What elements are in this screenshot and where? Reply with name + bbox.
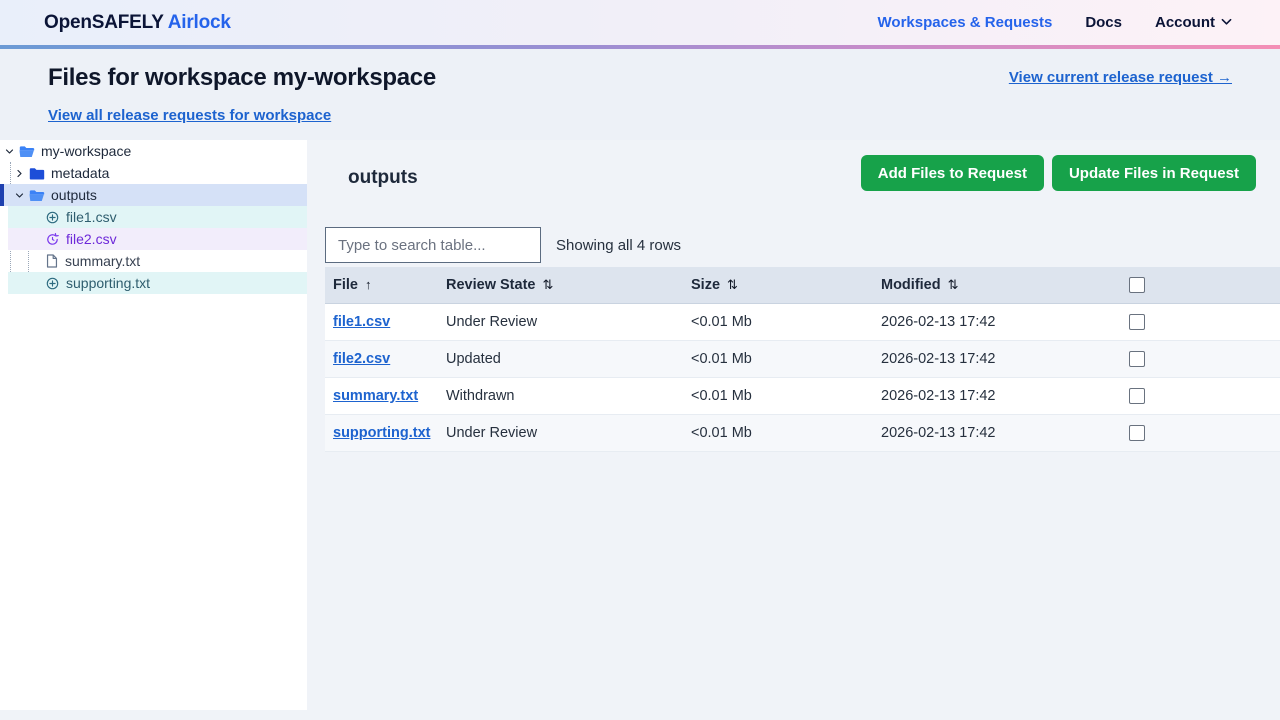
tree-item-file2-csv[interactable]: file2.csv <box>8 228 307 250</box>
page-header: Files for workspace my-workspace View cu… <box>0 49 1280 140</box>
request-actions: Add Files to Request Update Files in Req… <box>861 155 1256 191</box>
table-row: supporting.txt Under Review <0.01 Mb 202… <box>325 415 1280 452</box>
size-cell: <0.01 Mb <box>691 425 881 441</box>
sort-asc-icon[interactable]: ↑ <box>365 277 372 292</box>
main-panel: outputs Add Files to Request Update File… <box>307 140 1280 720</box>
nav-workspaces-requests[interactable]: Workspaces & Requests <box>878 14 1053 31</box>
files-table: File ↑ Review State ⇅ Size ⇅ Modified ⇅ file… <box>325 267 1280 452</box>
tree-item-my-workspace[interactable]: my-workspace <box>0 140 307 162</box>
content-layout: my-workspace metadata outputs file1.csv … <box>0 140 1280 720</box>
review-state-cell: Under Review <box>446 314 691 330</box>
document-icon <box>46 254 58 268</box>
search-input[interactable] <box>325 227 541 263</box>
tree-item-summary-txt[interactable]: summary.txt <box>8 250 307 272</box>
tree-item-file1-csv[interactable]: file1.csv <box>8 206 307 228</box>
table-header-row: File ↑ Review State ⇅ Size ⇅ Modified ⇅ <box>325 267 1280 304</box>
circle-plus-icon <box>46 211 59 224</box>
row-checkbox[interactable] <box>1129 314 1145 330</box>
circle-plus-icon <box>46 277 59 290</box>
file-link[interactable]: supporting.txt <box>333 425 430 441</box>
tree-item-label: outputs <box>51 187 97 203</box>
tree-item-outputs-selected[interactable]: outputs <box>0 184 307 206</box>
closed-folder-icon <box>29 167 45 180</box>
tree-item-label: summary.txt <box>65 253 140 269</box>
sort-both-icon[interactable]: ⇅ <box>542 277 553 292</box>
size-cell: <0.01 Mb <box>691 314 881 330</box>
size-cell: <0.01 Mb <box>691 351 881 367</box>
tree-item-metadata[interactable]: metadata <box>0 162 307 184</box>
row-checkbox[interactable] <box>1129 425 1145 441</box>
column-header-select <box>1121 277 1280 293</box>
file-link[interactable]: file1.csv <box>333 314 390 330</box>
tree-item-label: file1.csv <box>66 209 117 225</box>
tree-item-label: supporting.txt <box>66 275 150 291</box>
tree-item-supporting-txt[interactable]: supporting.txt <box>8 272 307 294</box>
chevron-down-icon[interactable] <box>4 147 14 156</box>
update-files-in-request-button[interactable]: Update Files in Request <box>1052 155 1256 191</box>
add-files-to-request-button[interactable]: Add Files to Request <box>861 155 1044 191</box>
top-navbar: OpenSAFELYAirlock Workspaces & Requests … <box>0 0 1280 45</box>
modified-cell: 2026-02-13 17:42 <box>881 425 1121 441</box>
sort-both-icon[interactable]: ⇅ <box>948 277 959 292</box>
column-header-modified[interactable]: Modified ⇅ <box>881 277 1121 293</box>
table-search-row: Showing all 4 rows <box>325 227 1280 263</box>
app-logo[interactable]: OpenSAFELYAirlock <box>44 12 231 34</box>
view-all-release-requests-link[interactable]: View all release requests for workspace <box>48 107 331 124</box>
review-state-cell: Withdrawn <box>446 388 691 404</box>
tree-item-label: file2.csv <box>66 231 117 247</box>
modified-cell: 2026-02-13 17:42 <box>881 314 1121 330</box>
main-header: outputs Add Files to Request Update File… <box>325 155 1280 191</box>
select-all-checkbox[interactable] <box>1129 277 1145 293</box>
size-cell: <0.01 Mb <box>691 388 881 404</box>
file-tree-sidebar: my-workspace metadata outputs file1.csv … <box>0 140 307 710</box>
file-link[interactable]: file2.csv <box>333 351 390 367</box>
review-state-cell: Updated <box>446 351 691 367</box>
logo-opensafely: OpenSAFELY <box>44 12 164 33</box>
nav-account-menu[interactable]: Account <box>1155 14 1232 31</box>
section-title: outputs <box>348 167 418 189</box>
open-folder-icon <box>29 189 45 202</box>
refresh-clock-icon <box>46 233 59 246</box>
table-row: summary.txt Withdrawn <0.01 Mb 2026-02-1… <box>325 378 1280 415</box>
tree-item-label: my-workspace <box>41 143 131 159</box>
review-state-cell: Under Review <box>446 425 691 441</box>
column-label: File <box>333 277 358 293</box>
tree-item-label: metadata <box>51 165 109 181</box>
table-row: file2.csv Updated <0.01 Mb 2026-02-13 17… <box>325 341 1280 378</box>
column-label: Size <box>691 277 720 293</box>
chevron-right-icon[interactable] <box>14 169 24 178</box>
sort-both-icon[interactable]: ⇅ <box>727 277 738 292</box>
chevron-down-icon <box>1221 13 1232 30</box>
row-checkbox[interactable] <box>1129 388 1145 404</box>
nav-docs[interactable]: Docs <box>1085 14 1122 31</box>
view-current-release-request-link[interactable]: View current release request → <box>1009 69 1232 86</box>
nav-account-label: Account <box>1155 14 1215 31</box>
open-folder-icon <box>19 145 35 158</box>
column-label: Review State <box>446 277 535 293</box>
row-checkbox[interactable] <box>1129 351 1145 367</box>
modified-cell: 2026-02-13 17:42 <box>881 351 1121 367</box>
file-link[interactable]: summary.txt <box>333 388 418 404</box>
column-label: Modified <box>881 277 941 293</box>
column-header-file[interactable]: File ↑ <box>325 277 446 293</box>
logo-airlock: Airlock <box>168 12 231 33</box>
modified-cell: 2026-02-13 17:42 <box>881 388 1121 404</box>
navbar-links: Workspaces & Requests Docs Account <box>878 14 1232 31</box>
column-header-review-state[interactable]: Review State ⇅ <box>446 277 691 293</box>
column-header-size[interactable]: Size ⇅ <box>691 277 881 293</box>
table-row: file1.csv Under Review <0.01 Mb 2026-02-… <box>325 304 1280 341</box>
chevron-down-icon[interactable] <box>14 191 24 200</box>
row-count-text: Showing all 4 rows <box>556 237 681 254</box>
